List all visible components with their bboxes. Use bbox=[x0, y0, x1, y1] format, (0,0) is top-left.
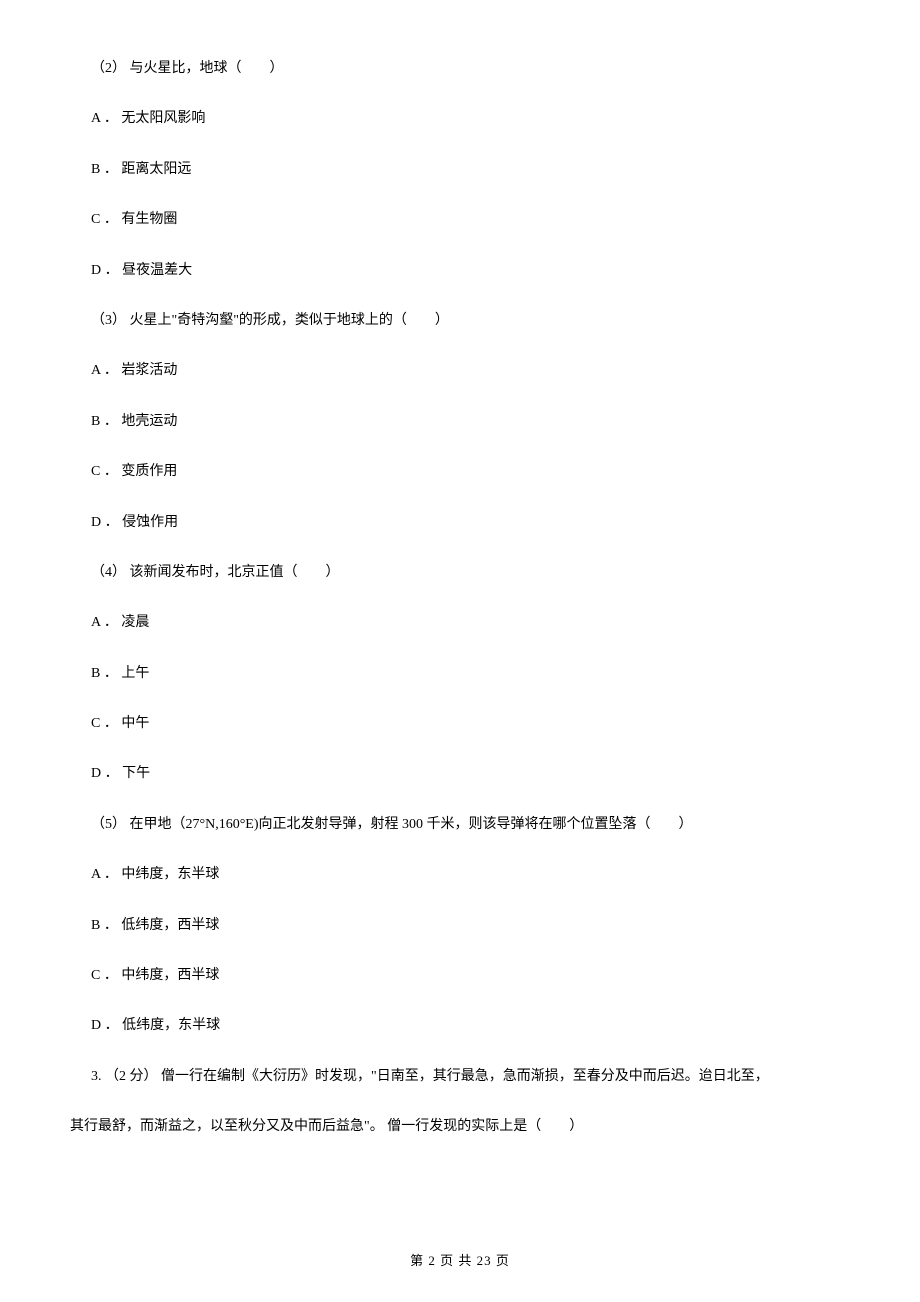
option-a: A ． 中纬度，东半球 bbox=[70, 864, 850, 886]
option-d: D ． 侵蚀作用 bbox=[70, 512, 850, 534]
question-2-sub-3: （3） 火星上"奇特沟壑"的形成，类似于地球上的（ ） bbox=[70, 310, 850, 332]
option-c: C ． 中午 bbox=[70, 713, 850, 735]
option-a: A ． 无太阳风影响 bbox=[70, 108, 850, 130]
question-2-sub-2: （2） 与火星比，地球（ ） bbox=[70, 58, 850, 80]
option-c: C ． 有生物圈 bbox=[70, 209, 850, 231]
option-d: D ． 低纬度，东半球 bbox=[70, 1015, 850, 1037]
option-a: A ． 凌晨 bbox=[70, 612, 850, 634]
question-2-sub-5: （5） 在甲地（27°N,160°E)向正北发射导弹，射程 300 千米，则该导… bbox=[70, 814, 850, 836]
document-content: （2） 与火星比，地球（ ） A ． 无太阳风影响 B ． 距离太阳远 C ． … bbox=[70, 58, 850, 1139]
option-c: C ． 中纬度，西半球 bbox=[70, 965, 850, 987]
question-3-line-1: 3. （2 分） 僧一行在编制《大衍历》时发现，"日南至，其行最急，急而渐损，至… bbox=[70, 1066, 850, 1088]
question-2-sub-4: （4） 该新闻发布时，北京正值（ ） bbox=[70, 562, 850, 584]
question-3-line-2: 其行最舒，而渐益之，以至秋分又及中而后益急"。 僧一行发现的实际上是（ ） bbox=[70, 1116, 850, 1138]
option-b: B ． 距离太阳远 bbox=[70, 159, 850, 181]
option-a: A ． 岩浆活动 bbox=[70, 360, 850, 382]
page-footer: 第 2 页 共 23 页 bbox=[0, 1251, 920, 1272]
option-c: C ． 变质作用 bbox=[70, 461, 850, 483]
option-d: D ． 昼夜温差大 bbox=[70, 260, 850, 282]
option-b: B ． 上午 bbox=[70, 663, 850, 685]
option-b: B ． 低纬度，西半球 bbox=[70, 915, 850, 937]
option-d: D ． 下午 bbox=[70, 763, 850, 785]
option-b: B ． 地壳运动 bbox=[70, 411, 850, 433]
